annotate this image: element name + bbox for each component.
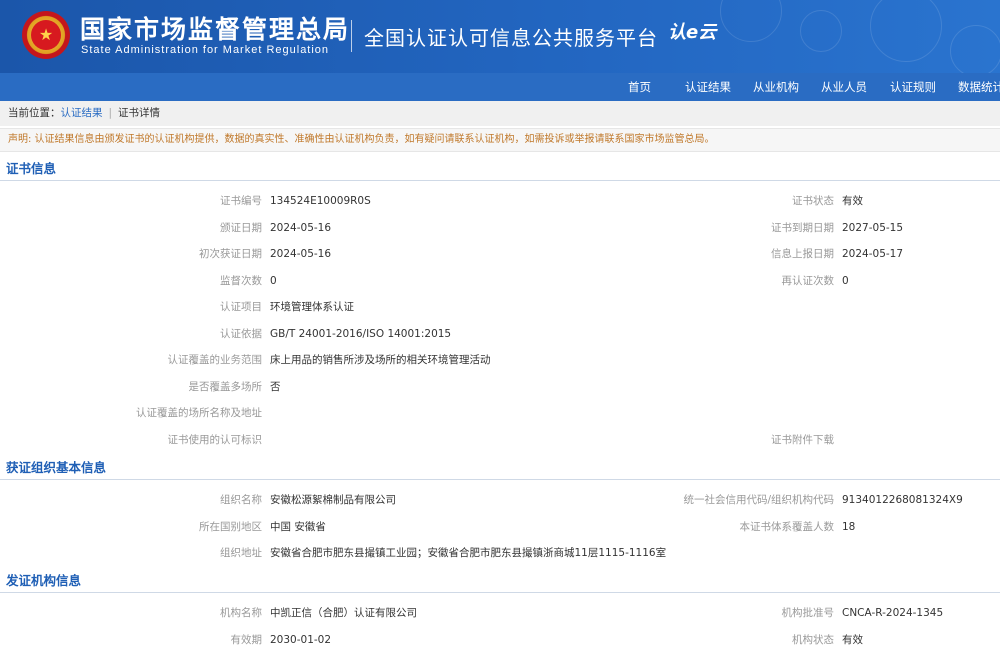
breadcrumb-separator: |: [108, 107, 113, 119]
field-label: 统一社会信用代码/组织机构代码: [683, 494, 834, 506]
org-subtitle: State Administration for Market Regulati…: [81, 44, 330, 56]
decor-circle: [950, 25, 1000, 73]
field-value: 2024-05-16: [270, 248, 332, 260]
field-value: 有效: [842, 195, 863, 207]
field-label: 颁证日期: [220, 221, 262, 234]
info-row: 所在国别地区 中国 安徽省 本证书体系覆盖人数 18: [0, 514, 1000, 540]
nav-cert-results[interactable]: 认证结果: [685, 73, 731, 101]
section-title-text: 发证机构信息: [6, 573, 82, 588]
section-title-cert: 证书信息: [0, 157, 1000, 181]
field-value: 2030-01-02: [270, 633, 332, 646]
nav-home[interactable]: 首页: [628, 73, 651, 101]
field-value: 2024-05-17: [842, 248, 904, 260]
info-row: 认证依据 GB/T 24001-2016/ISO 14001:2015: [0, 321, 1000, 347]
field-label: 机构名称: [220, 607, 262, 619]
nav-institutions[interactable]: 从业机构: [753, 73, 799, 101]
field-label: 再认证次数: [781, 274, 835, 287]
field-value: 环境管理体系认证: [270, 301, 354, 313]
info-row: 组织名称 安徽松源絮棉制品有限公司 统一社会信用代码/组织机构代码 913401226…: [0, 487, 1000, 513]
field-value: 134524E10009R0S: [270, 195, 371, 207]
field-value: 9134012268081324X9: [842, 494, 963, 506]
breadcrumb-link-results[interactable]: 认证结果: [61, 107, 103, 119]
breadcrumb-prefix: 当前位置：: [8, 107, 61, 119]
field-label: 认证项目: [220, 301, 262, 313]
section-title-issuer: 发证机构信息: [0, 569, 1000, 593]
field-value: 中凯正信（合肥）认证有限公司: [270, 607, 417, 619]
info-row: 认证覆盖的业务范围 床上用品的销售所涉及场所的相关环境管理活动: [0, 347, 1000, 373]
field-value: 中国 安徽省: [270, 520, 326, 533]
nav-rules[interactable]: 认证规则: [890, 73, 936, 101]
field-value: 有效: [842, 633, 863, 646]
field-label: 证书到期日期: [771, 221, 834, 234]
section-title-org: 获证组织基本信息: [0, 456, 1000, 480]
field-label: 所在国别地区: [199, 520, 262, 533]
info-row: 证书编号 134524E10009R0S 证书状态 有效: [0, 188, 1000, 214]
field-label: 本证书体系覆盖人数: [739, 520, 835, 533]
field-label: 组织名称: [220, 494, 262, 506]
nav-statistics[interactable]: 数据统计: [958, 73, 1000, 101]
field-value: CNCA-R-2024-1345: [842, 607, 944, 619]
main-nav: 首页 认证结果 从业机构 从业人员 认证规则 数据统计: [0, 73, 1000, 101]
national-emblem-icon: ★: [22, 11, 70, 59]
breadcrumb: 当前位置：认证结果 | 证书详情: [0, 101, 1000, 126]
disclaimer-text: 声明: 认证结果信息由颁发证书的认证机构提供，数据的真实性、准确性由认证机构负责…: [8, 134, 715, 145]
platform-title: 全国认证认可信息公共服务平台: [364, 26, 658, 50]
info-row: 是否覆盖多场所否: [0, 374, 1000, 400]
field-label: 机构状态: [792, 633, 834, 646]
info-row: 组织地址 安徽省合肥市肥东县撮镇工业园；安徽省合肥市肥东县撮镇浙商城11层1115…: [0, 540, 1000, 566]
breadcrumb-current: 证书详情: [118, 107, 161, 119]
org-title: 国家市场监督管理总局: [80, 15, 351, 44]
field-value: 床上用品的销售所涉及场所的相关环境管理活动: [270, 354, 491, 366]
info-row: 证书使用的认可标识 证书附件下载: [0, 427, 1000, 453]
platform-logo: 认e云: [668, 22, 717, 43]
section-title-text: 获证组织基本信息: [6, 460, 107, 475]
field-value: 否: [270, 380, 281, 393]
field-label: 信息上报日期: [771, 248, 834, 260]
header-divider: [351, 20, 352, 52]
field-label: 有效期: [230, 633, 263, 646]
field-label: 认证覆盖的业务范围: [167, 354, 263, 366]
field-label: 认证依据: [220, 327, 262, 340]
disclaimer-notice: 声明: 认证结果信息由颁发证书的认证机构提供，数据的真实性、准确性由认证机构负责…: [0, 128, 1000, 152]
info-row: 颁证日期 2024-05-16 证书到期日期 2027-05-15: [0, 215, 1000, 241]
field-label: 是否覆盖多场所: [188, 380, 263, 393]
field-value: 安徽松源絮棉制品有限公司: [270, 494, 396, 506]
site-header: ★ 国家市场监督管理总局 State Administration for Ma…: [0, 0, 1000, 73]
field-label: 监督次数: [220, 274, 262, 287]
info-row: 监督次数 0 再认证次数 0: [0, 268, 1000, 294]
field-label: 认证覆盖的场所名称及地址: [136, 407, 262, 419]
field-value: 2024-05-16: [270, 221, 332, 234]
field-value: 0: [270, 274, 277, 287]
field-label: 证书编号: [220, 195, 262, 207]
field-label: 证书使用的认可标识: [167, 433, 263, 446]
field-value: 安徽省合肥市肥东县撮镇工业园；安徽省合肥市肥东县撮镇浙商城11层1115-111…: [270, 547, 667, 559]
info-row: 机构名称 中凯正信（合肥）认证有限公司 机构批准号 CNCA-R-2024-1345: [0, 600, 1000, 626]
field-value: 0: [842, 274, 849, 287]
decor-circle: [870, 0, 942, 62]
field-label: 初次获证日期: [199, 248, 262, 260]
field-label: 机构批准号: [781, 607, 835, 619]
info-row: 有效期 2030-01-02 机构状态 有效: [0, 627, 1000, 653]
field-label[interactable]: 证书附件下载: [771, 427, 834, 453]
section-title-text: 证书信息: [6, 161, 57, 176]
info-row: 初次获证日期 2024-05-16 信息上报日期 2024-05-17: [0, 241, 1000, 267]
decor-circle: [800, 10, 842, 52]
field-label: 组织地址: [220, 547, 262, 559]
field-value: 2027-05-15: [842, 221, 904, 234]
field-label: 证书状态: [792, 195, 834, 207]
decor-circle: [720, 0, 782, 42]
nav-personnel[interactable]: 从业人员: [821, 73, 867, 101]
info-row: 认证覆盖的场所名称及地址: [0, 400, 1000, 426]
info-row: 认证项目 环境管理体系认证: [0, 294, 1000, 320]
field-value: GB/T 24001-2016/ISO 14001:2015: [270, 327, 452, 340]
field-value: 18: [842, 520, 856, 533]
